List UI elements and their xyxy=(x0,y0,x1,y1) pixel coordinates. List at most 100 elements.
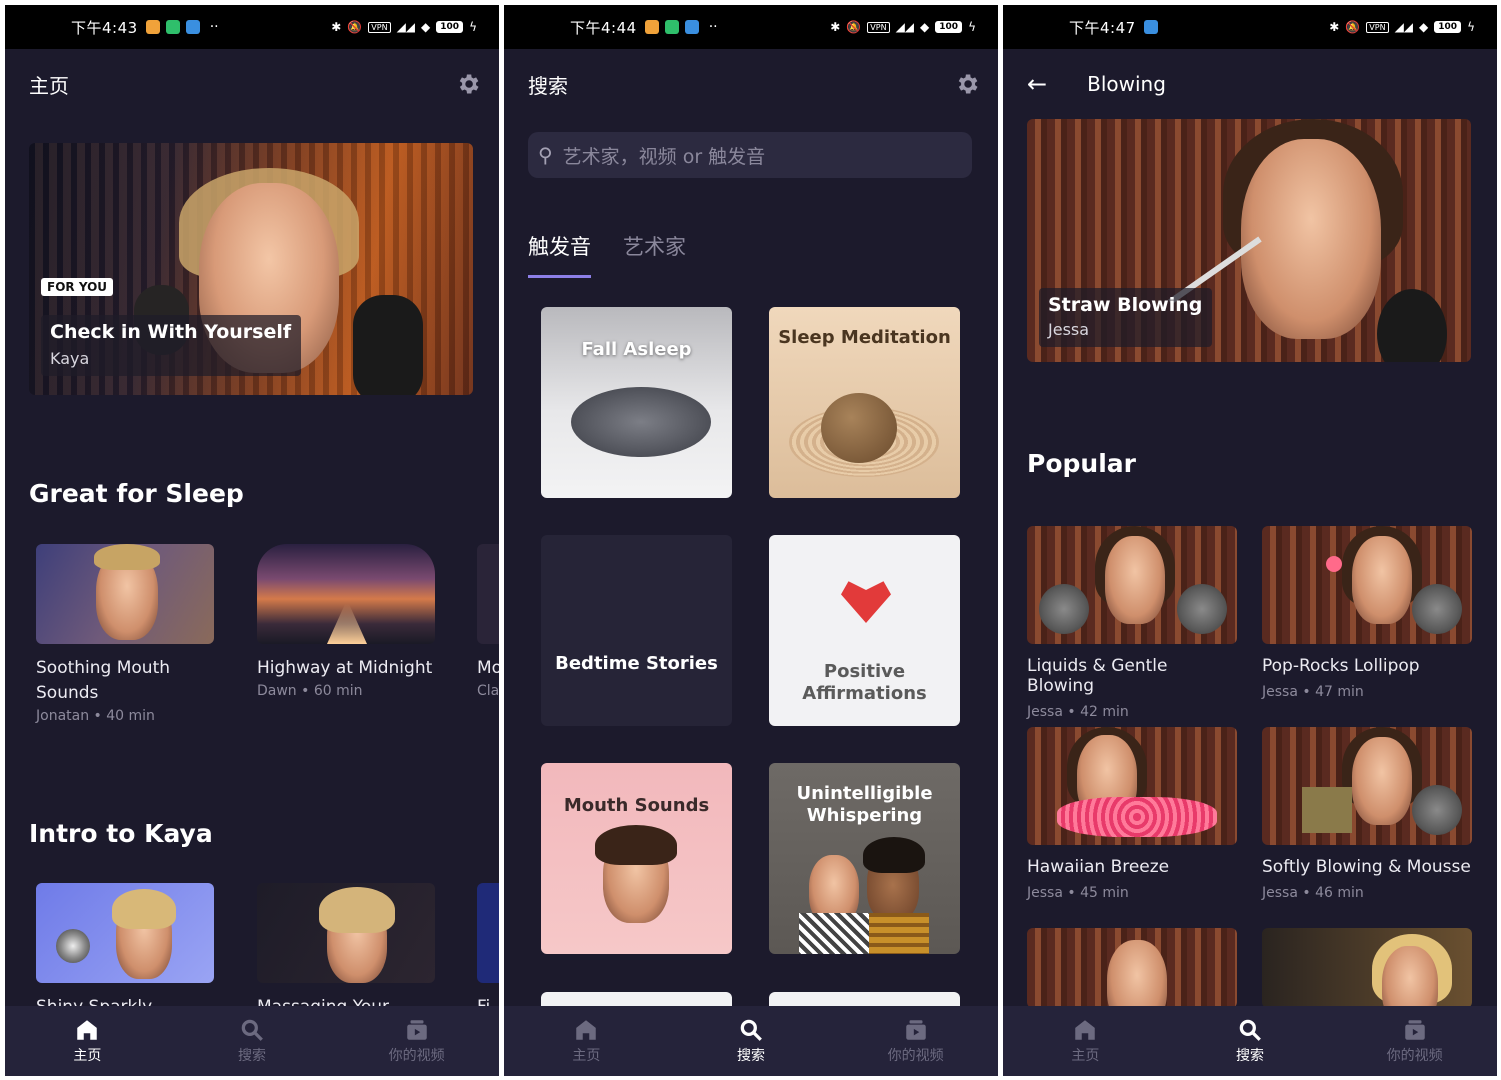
hero-artist: Jessa xyxy=(1048,320,1090,339)
wifi-icon: ◆ xyxy=(1419,20,1429,34)
nav-home[interactable]: 主页 xyxy=(504,1006,669,1076)
nav-your-videos[interactable]: 你的视频 xyxy=(1332,1006,1497,1076)
section-title-sleep: Great for Sleep xyxy=(29,479,244,508)
category-tile[interactable]: Positive Affirmations xyxy=(769,535,960,726)
back-arrow-icon[interactable]: ← xyxy=(1027,70,1047,98)
page-title: 主页 xyxy=(29,73,69,98)
search-input[interactable]: ⚲ 艺术家，视频 or 触发音 xyxy=(528,132,972,178)
wifi-icon: ◆ xyxy=(421,20,431,34)
tile-label: Sleep Meditation xyxy=(778,327,951,348)
card-title: Liquids & Gentle Blowing xyxy=(1027,656,1168,696)
search-screen: 下午4:44 ·· ✱ 🔕 VPN ◢◢ ◆ 100 ϟ 搜索 ⚲ 艺术家，视频… xyxy=(504,5,998,1076)
lei-image xyxy=(1057,797,1217,837)
stone-image xyxy=(821,393,897,463)
card-subtitle: Jessa • 47 min xyxy=(1262,684,1364,700)
video-card[interactable] xyxy=(1027,928,1237,1008)
hero-title: Check in With Yourself xyxy=(50,321,292,343)
vpn-icon: VPN xyxy=(368,21,391,33)
nav-search[interactable]: 搜索 xyxy=(170,1006,335,1076)
card-subtitle: Jessa • 42 min xyxy=(1027,704,1129,720)
battery-icon: 100 xyxy=(436,21,464,33)
video-card[interactable]: Liquids & Gentle Blowing Jessa • 42 min xyxy=(1027,526,1237,720)
video-card[interactable]: Fi xyxy=(477,883,499,1015)
search-icon: ⚲ xyxy=(538,143,553,167)
settings-gear-icon[interactable] xyxy=(954,71,980,97)
mute-icon: 🔕 xyxy=(347,20,363,34)
nav-home[interactable]: 主页 xyxy=(1003,1006,1168,1076)
more-notifications-icon: ·· xyxy=(209,19,219,35)
category-tile[interactable]: Unintelligible Whispering xyxy=(769,763,960,954)
status-time: 下午4:47 xyxy=(1069,18,1136,37)
card-subtitle: Jessa • 45 min xyxy=(1027,885,1129,901)
tile-label: Mouth Sounds xyxy=(563,795,710,816)
nav-search[interactable]: 搜索 xyxy=(1168,1006,1333,1076)
video-card[interactable]: Soothing Mouth Sounds Jonatan • 40 min xyxy=(36,544,214,724)
video-card[interactable] xyxy=(1262,928,1472,1008)
nav-your-videos[interactable]: 你的视频 xyxy=(833,1006,998,1076)
heart-image xyxy=(841,581,891,623)
category-tile[interactable]: Mouth Sounds xyxy=(541,763,732,954)
card-title: Softly Blowing & Mousse xyxy=(1262,857,1471,877)
bottom-navigation: 主页 搜索 你的视频 xyxy=(5,1006,499,1076)
top-app-bar: 主页 xyxy=(5,49,499,119)
nav-search[interactable]: 搜索 xyxy=(669,1006,834,1076)
tile-label: Fall Asleep xyxy=(581,339,692,360)
page-title: 搜索 xyxy=(528,73,568,98)
hero-title: Straw Blowing xyxy=(1048,294,1203,316)
video-card[interactable]: Pop-Rocks Lollipop Jessa • 47 min xyxy=(1262,526,1472,700)
status-time: 下午4:43 xyxy=(71,18,138,37)
key-notification-icon xyxy=(684,20,699,34)
charging-icon: ϟ xyxy=(968,20,976,34)
video-card[interactable]: Mo Gl Cla xyxy=(477,544,499,699)
hero-artist: Kaya xyxy=(50,349,90,368)
video-library-icon xyxy=(1404,1020,1425,1040)
video-card[interactable]: Massaging Your Brain xyxy=(257,883,435,1015)
card-title: Pop-Rocks Lollipop xyxy=(1262,656,1420,676)
bottom-navigation: 主页 搜索 你的视频 xyxy=(504,1006,998,1076)
hero-image xyxy=(1241,139,1381,339)
microphone-image xyxy=(353,295,423,395)
for-you-badge: FOR YOU xyxy=(41,278,114,296)
card-title: Soothing Mouth Sounds xyxy=(36,658,171,703)
status-bar: 下午4:47 ✱ 🔕 VPN ◢◢ ◆ 100 ϟ xyxy=(1003,5,1497,49)
category-tile[interactable]: Fall Asleep xyxy=(541,307,732,498)
card-subtitle: Cla xyxy=(477,683,499,699)
cat-image xyxy=(571,387,711,457)
lollipop-image xyxy=(1326,556,1342,572)
category-tile[interactable]: Bedtime Stories xyxy=(541,535,732,726)
shield-notification-icon xyxy=(664,20,679,34)
nav-your-videos[interactable]: 你的视频 xyxy=(334,1006,499,1076)
home-screen: 下午4:43 ·· ✱ 🔕 VPN ◢◢ ◆ 100 ϟ 主页 FOR YOU xyxy=(5,5,499,1076)
settings-gear-icon[interactable] xyxy=(455,71,481,97)
nav-home[interactable]: 主页 xyxy=(5,1006,170,1076)
card-subtitle: Dawn • 60 min xyxy=(257,683,363,699)
charging-icon: ϟ xyxy=(469,20,477,34)
section-title-kaya: Intro to Kaya xyxy=(29,819,213,848)
tile-label: Unintelligible Whispering xyxy=(796,783,933,826)
video-library-icon xyxy=(406,1020,427,1040)
battery-icon: 100 xyxy=(1434,21,1462,33)
key-notification-icon xyxy=(1143,20,1158,34)
video-card[interactable]: Shiny Sparkly Tingles xyxy=(36,883,214,1015)
category-tile[interactable]: Sleep Meditation xyxy=(769,307,960,498)
section-title-popular: Popular xyxy=(1027,449,1136,478)
video-card[interactable]: Hawaiian Breeze Jessa • 45 min xyxy=(1027,727,1237,901)
video-card[interactable]: Highway at Midnight Dawn • 60 min xyxy=(257,544,435,699)
video-card[interactable]: Softly Blowing & Mousse Jessa • 46 min xyxy=(1262,727,1472,901)
home-icon xyxy=(77,1020,98,1040)
hero-caption: Check in With Yourself Kaya xyxy=(41,315,302,376)
page-title: Blowing xyxy=(1087,72,1166,96)
card-subtitle: Jonatan • 40 min xyxy=(36,708,155,724)
home-icon xyxy=(576,1020,597,1040)
card-subtitle: Jessa • 46 min xyxy=(1262,885,1364,901)
signal-icon: ◢◢ xyxy=(396,20,416,34)
bluetooth-icon: ✱ xyxy=(830,20,841,34)
tab-triggers[interactable]: 触发音 xyxy=(528,231,591,278)
top-app-bar: ← Blowing xyxy=(1003,49,1497,119)
top-app-bar: 搜索 xyxy=(504,49,998,119)
battery-icon: 100 xyxy=(935,21,963,33)
category-detail-screen: 下午4:47 ✱ 🔕 VPN ◢◢ ◆ 100 ϟ ← Blowing Stra… xyxy=(1003,5,1497,1076)
tile-label: Bedtime Stories xyxy=(555,653,718,674)
key-notification-icon xyxy=(185,20,200,34)
tab-artists[interactable]: 艺术家 xyxy=(623,231,686,278)
